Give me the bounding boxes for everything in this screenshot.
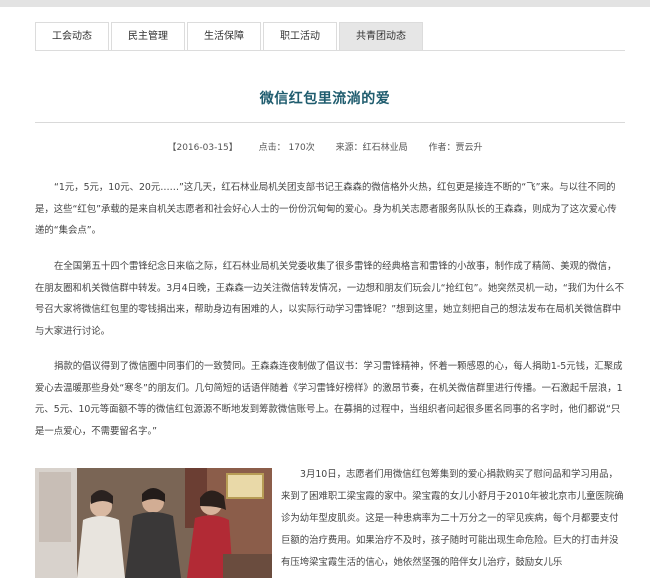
category-tabs: 工会动态 民主管理 生活保障 职工活动 共青团动态 [35,22,425,51]
tab-youth-league-news[interactable]: 共青团动态 [339,22,423,51]
article-paragraph-3: 捐款的倡议得到了微信圈中同事们的一致赞同。王森森连夜制做了倡议书：学习雷锋精神，… [35,361,623,437]
click-count: 点击： 170次 [258,143,315,153]
tab-union-news[interactable]: 工会动态 [35,22,109,51]
article-paragraph-1: “1元，5元，10元、20元……”这几天，红石林业局机关团支部书记王森森的微信格… [35,182,617,236]
article-paragraph-2: 在全国第五十四个雷锋纪念日来临之际，红石林业局机关党委收集了很多雷锋的经典格言和… [35,261,625,337]
article-photo [35,468,272,578]
article-source: 来源：红石林业局 [335,143,408,153]
article-meta: 【2016-03-15】 点击： 170次 来源：红石林业局 作者：贾云升 [0,140,650,153]
title-divider [35,122,625,123]
article-title: 微信红包里流淌的爱 [259,91,391,107]
tab-staff-activities[interactable]: 职工活动 [263,22,337,51]
tab-democratic-management[interactable]: 民主管理 [111,22,185,51]
top-strip [0,0,650,7]
photo-volunteers-visit-icon [35,468,272,578]
tab-life-security[interactable]: 生活保障 [187,22,261,51]
publish-date: 【2016-03-15】 [167,143,238,153]
article-author: 作者：贾云升 [428,143,483,153]
tab-divider [35,50,625,51]
article-paragraph-4: 3月10日，志愿者们用微信红包筹集到的爱心捐款购买了慰问品和学习用品，来到了困难… [281,469,624,568]
